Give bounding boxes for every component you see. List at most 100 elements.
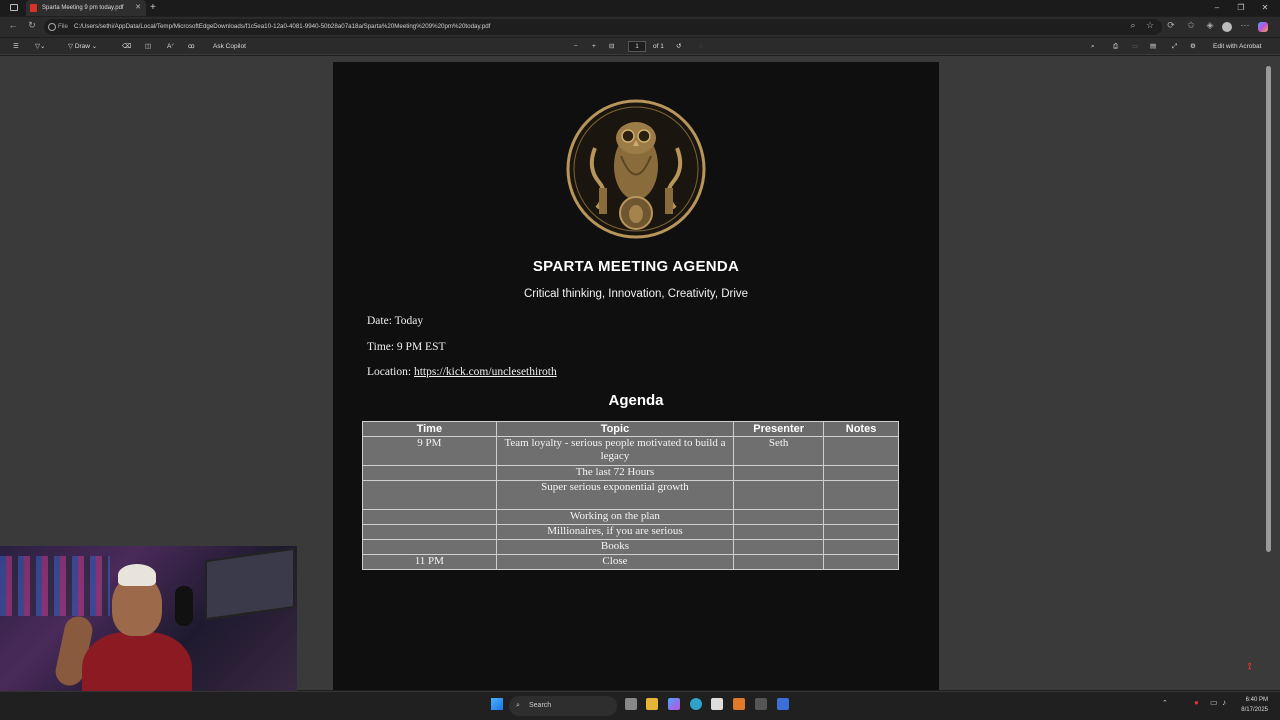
contents-icon[interactable]: ☰ <box>13 38 19 55</box>
topic-cell: Close <box>495 554 735 570</box>
maximize-icon[interactable]: ❐ <box>1231 0 1251 16</box>
acrobat-icon[interactable]: ⟟ <box>1248 661 1258 671</box>
close-tab-icon[interactable]: ✕ <box>135 0 141 16</box>
edit-with-acrobat-button[interactable]: Edit with Acrobat <box>1213 38 1261 55</box>
fullscreen-icon[interactable]: ⤢ <box>1172 38 1177 55</box>
pdf-file-icon <box>30 4 37 12</box>
agenda-table: Time Topic Presenter Notes 9 PM Team loy… <box>362 421 899 570</box>
presenter-cell <box>733 509 825 525</box>
location-label: Location: <box>367 366 414 378</box>
more-menu-icon[interactable]: ⋯ <box>1238 20 1252 31</box>
search-placeholder: Search <box>529 702 552 709</box>
print-icon[interactable]: ⎙ <box>1113 38 1118 55</box>
tray-network-icon[interactable]: ▭ <box>1210 698 1218 707</box>
clock-time: 6:40 PM <box>1245 697 1268 703</box>
location-link[interactable]: https://kick.com/unclesethiroth <box>414 366 557 378</box>
read-aloud-icon[interactable]: Aᐟ <box>167 38 174 55</box>
column-header-time: Time <box>362 421 497 437</box>
clock-date: 8/17/2025 <box>1241 707 1268 713</box>
save-as-icon[interactable]: ▤ <box>1150 38 1156 55</box>
eraser-icon[interactable]: ⌫ <box>122 38 131 55</box>
notes-cell <box>823 480 899 510</box>
windows-taskbar: ⌕ Search ⌃ ● ▭ ♪ 6:40 PM 8/17/2025 <box>0 691 1280 720</box>
search-icon[interactable]: ⌕ <box>1091 38 1095 55</box>
streamer-cap <box>118 564 156 586</box>
collections-icon[interactable]: ◈ <box>1203 20 1217 31</box>
presenter-cell: Seth <box>733 436 825 466</box>
notes-cell <box>823 524 899 540</box>
rotate-icon[interactable]: ↺ <box>676 38 681 55</box>
presenter-cell <box>733 524 825 540</box>
highlight-icon[interactable]: ▽⌄ <box>35 38 45 55</box>
time-cell <box>362 509 497 525</box>
page-view-icon[interactable]: ◫ <box>145 38 151 55</box>
notes-cell <box>823 554 899 570</box>
app-icon-orange[interactable] <box>733 698 745 710</box>
zoom-icon[interactable]: ⌕ <box>1126 20 1140 31</box>
back-icon[interactable]: ← <box>6 20 20 30</box>
start-button-icon[interactable] <box>491 698 503 710</box>
background-shelf <box>0 556 110 616</box>
topic-cell: Team loyalty - serious people motivated … <box>495 436 735 466</box>
table-row: Millionaires, if you are serious <box>362 524 899 540</box>
url-text: C:/Users/sethi/AppData/Local/Temp/Micros… <box>74 23 491 30</box>
system-clock[interactable]: 6:40 PM 8/17/2025 <box>1241 695 1268 715</box>
profile-avatar[interactable] <box>1222 22 1232 32</box>
time-cell <box>362 539 497 555</box>
table-row: The last 72 Hours <box>362 465 899 481</box>
column-header-topic: Topic <box>495 421 735 437</box>
table-row: Working on the plan <box>362 509 899 525</box>
draw-button[interactable]: ▽ Draw ⌄ <box>68 38 97 55</box>
ask-copilot-button[interactable]: Ask Copilot <box>213 38 246 55</box>
translate-icon[interactable]: ꝏ <box>188 38 195 55</box>
minimize-icon[interactable]: – <box>1207 0 1227 16</box>
extensions-icon[interactable]: ⟳ <box>1164 20 1178 31</box>
refresh-icon[interactable]: ↻ <box>25 20 39 31</box>
meeting-date: Date: Today <box>367 315 424 327</box>
save-icon: ▭ <box>1132 43 1139 50</box>
zoom-in-icon[interactable]: + <box>592 38 596 55</box>
favorite-icon[interactable]: ☆ <box>1143 20 1157 31</box>
store-icon[interactable] <box>711 698 723 710</box>
task-view-icon[interactable] <box>625 698 637 710</box>
draw-label: Draw <box>74 43 90 50</box>
app-icon-blue[interactable] <box>777 698 789 710</box>
url-input[interactable]: File C:/Users/sethi/AppData/Local/Temp/M… <box>44 19 1162 35</box>
vertical-scrollbar[interactable] <box>1266 66 1271 552</box>
zoom-out-icon[interactable]: − <box>574 38 578 55</box>
tray-chevron-icon[interactable]: ⌃ <box>1162 699 1168 707</box>
info-icon <box>48 23 56 31</box>
notes-cell <box>823 436 899 466</box>
fit-page-icon[interactable]: ⊟ <box>609 38 614 55</box>
tray-mic-icon[interactable]: ● <box>1194 698 1199 707</box>
column-header-presenter: Presenter <box>733 421 825 437</box>
tab-bar: Sparta Meeting 9 pm today.pdf ✕ + – ❐ ✕ <box>0 0 1280 16</box>
file-explorer-icon[interactable] <box>646 698 658 710</box>
close-window-icon[interactable]: ✕ <box>1255 0 1275 16</box>
presenter-cell <box>733 465 825 481</box>
presenter-cell <box>733 539 825 555</box>
copilot-app-icon[interactable] <box>668 698 680 710</box>
search-icon: ⌕ <box>516 702 520 709</box>
settings-gear-icon[interactable]: ⚙ <box>1190 38 1196 55</box>
document-subtitle: Critical thinking, Innovation, Creativit… <box>523 288 749 300</box>
browser-tab[interactable]: Sparta Meeting 9 pm today.pdf ✕ <box>26 0 146 16</box>
favorites-icon[interactable]: ✩ <box>1184 20 1198 31</box>
page-number-input[interactable]: 1 <box>628 41 646 52</box>
background-monitor <box>205 547 295 621</box>
app-icon-dark[interactable] <box>755 698 767 710</box>
url-scheme-label: File <box>58 23 68 30</box>
time-cell <box>362 480 497 510</box>
window-menu-icon[interactable] <box>10 4 18 11</box>
copilot-icon[interactable] <box>1258 22 1268 32</box>
document-title: SPARTA MEETING AGENDA <box>532 258 740 275</box>
tray-volume-icon[interactable]: ♪ <box>1222 698 1226 707</box>
table-row: 9 PM Team loyalty - serious people motiv… <box>362 436 899 466</box>
time-cell: 9 PM <box>362 436 497 466</box>
topic-cell: The last 72 Hours <box>495 465 735 481</box>
taskbar-search-input[interactable]: ⌕ Search <box>509 696 617 716</box>
new-tab-button[interactable]: + <box>150 0 156 16</box>
pdf-page: SPARTA MEETING AGENDA Critical thinking,… <box>333 62 939 690</box>
edge-browser-icon[interactable] <box>690 698 702 710</box>
pdf-toolbar: ☰ ▽⌄ ▽ Draw ⌄ ⌫ ◫ Aᐟ ꝏ Ask Copilot − + ⊟… <box>0 38 1280 55</box>
